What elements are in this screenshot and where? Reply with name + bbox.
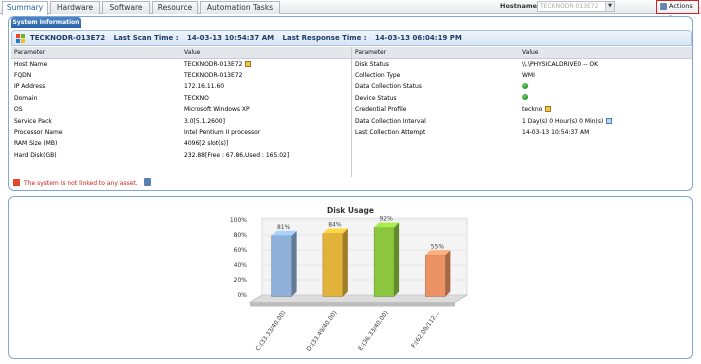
x-tick-label: F:(62.09/112...	[410, 310, 441, 350]
bar-value-label: 92%	[379, 216, 393, 223]
y-tick-label: 0%	[237, 292, 247, 299]
y-tick-label: 80%	[234, 232, 248, 239]
y-tick-label: 60%	[234, 247, 248, 254]
bar	[373, 227, 395, 297]
bar	[322, 233, 344, 297]
bar-side	[394, 222, 400, 297]
bar-side	[445, 250, 451, 297]
bar-value-label: 84%	[328, 222, 342, 229]
bar-value-label: 81%	[277, 224, 291, 231]
y-tick-label: 20%	[234, 277, 248, 284]
x-tick-label: E:(36.33/40.00)	[357, 310, 390, 352]
bar-side	[291, 230, 297, 297]
bar-side	[342, 228, 348, 297]
chart-floor-edge	[250, 302, 455, 307]
bar-value-label: 55%	[431, 243, 445, 250]
bar	[271, 235, 292, 297]
x-tick-label: D:(33.49/40.00)	[305, 310, 338, 353]
bar	[425, 255, 446, 297]
disk-usage-chart: 0% 20% 40% 60% 80% 100% 81% C:(33.33/40.00) 84% D…	[230, 216, 469, 353]
y-tick-label: 100%	[230, 217, 247, 224]
y-tick-label: 40%	[234, 262, 248, 269]
x-tick-label: C:(33.33/40.00)	[254, 310, 287, 353]
